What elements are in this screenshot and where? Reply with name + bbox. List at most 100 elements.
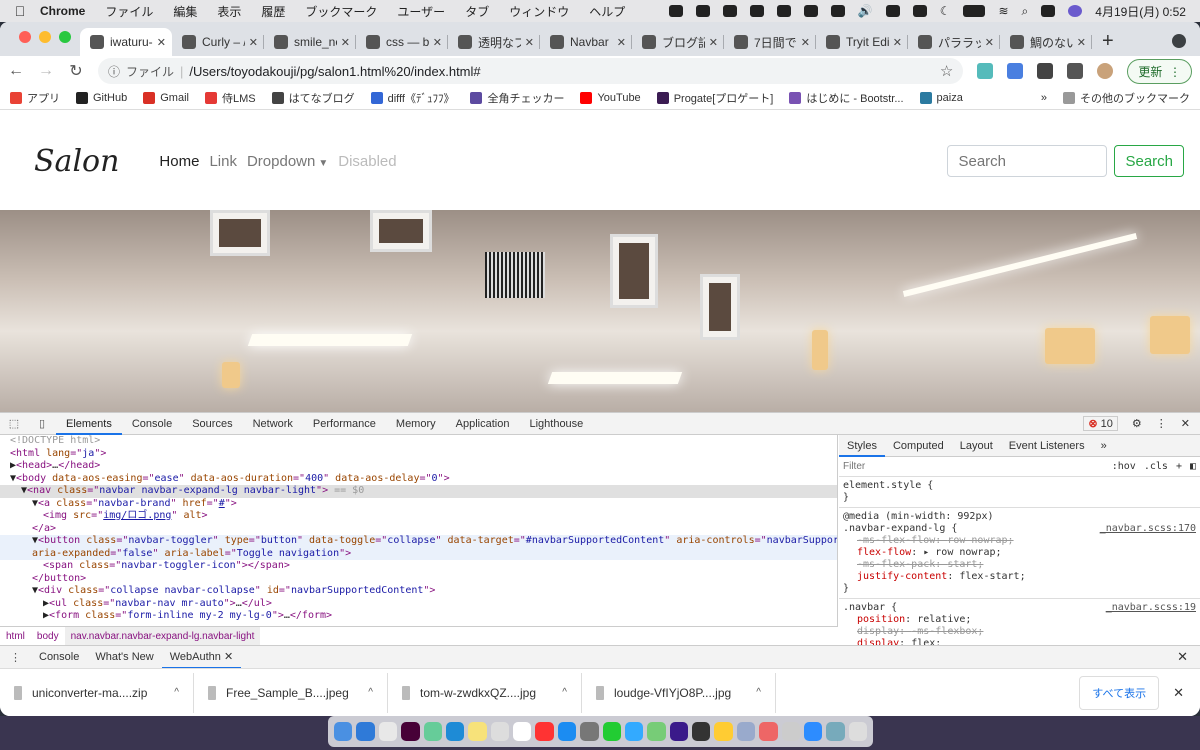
hov-toggle[interactable]: :hov — [1112, 461, 1136, 472]
menu-edit[interactable]: 編集 — [173, 3, 197, 20]
bookmark-item[interactable]: はてなブログ — [271, 90, 355, 106]
css-property[interactable]: display: -ms-flexbox; — [843, 626, 1196, 638]
cls-toggle[interactable]: .cls — [1144, 461, 1168, 472]
chrome-icon[interactable] — [378, 722, 398, 741]
zoom-icon[interactable] — [668, 5, 683, 17]
site-search-button[interactable]: Search — [1114, 145, 1184, 177]
browser-tab[interactable]: ブログ記 ✕ — [632, 28, 724, 56]
reload-icon[interactable]: ↻ — [68, 61, 84, 81]
dom-node-line[interactable]: ▶<form class="form-inline my-2 my-lg-0">… — [0, 610, 837, 623]
dom-node-line[interactable]: <img src="img/ロゴ.png" alt> — [0, 510, 837, 523]
bookmark-item[interactable]: はじめに - Bootstr... — [789, 90, 904, 106]
toggle-sidebar-icon[interactable]: ◧ — [1190, 461, 1196, 472]
dom-node-line[interactable]: ▼<button class="navbar-toggler" type="bu… — [0, 535, 837, 548]
download-item[interactable]: loudge-VfIYjO8P....jpg ^ — [582, 672, 776, 713]
bookmark-item[interactable]: Gmail — [143, 90, 189, 106]
check-icon[interactable] — [749, 5, 764, 17]
error-count-badge[interactable]: ⊗ 10 — [1083, 416, 1118, 431]
settings-gear-icon[interactable]: ⚙ — [1132, 417, 1142, 430]
drawer-menu-icon[interactable]: ⋮ — [0, 651, 31, 664]
bookmark-item[interactable]: 侍LMS — [204, 90, 256, 106]
menu-user[interactable]: ユーザー — [397, 3, 445, 20]
dom-node-line[interactable]: ▶<head>…</head> — [0, 460, 837, 473]
apple-icon[interactable]:  — [0, 3, 40, 19]
menu-help[interactable]: ヘルプ — [589, 3, 625, 20]
amazon-music-icon[interactable] — [669, 722, 688, 741]
rule-source-link[interactable]: _navbar.scss:19 — [1106, 602, 1196, 614]
menu-bookmarks[interactable]: ブックマーク — [305, 3, 377, 20]
close-tab-icon[interactable]: ✕ — [709, 36, 718, 49]
bookmark-item[interactable]: difff《ﾃﾞｭﾌﾌ》 — [370, 90, 454, 106]
browser-tab[interactable]: css — bo ✕ — [356, 28, 448, 56]
quicktime-icon[interactable] — [692, 722, 711, 741]
chevron-up-icon[interactable]: ^ — [756, 687, 761, 698]
dom-node-line[interactable]: ▼<body data-aos-easing="ease" data-aos-d… — [0, 473, 837, 486]
close-tab-icon[interactable]: ✕ — [249, 36, 258, 49]
menu-history[interactable]: 履歴 — [261, 3, 285, 20]
sourcetree-icon[interactable] — [423, 722, 442, 741]
notes-icon[interactable] — [468, 722, 487, 741]
bookmark-item[interactable]: Progate[プロゲート] — [656, 90, 773, 106]
browser-tab[interactable]: パララッ ✕ — [908, 28, 1000, 56]
bookmark-item[interactable]: GitHub — [76, 90, 127, 106]
drawer-tab-whats-new[interactable]: What's New — [87, 646, 161, 669]
launchpad-icon[interactable] — [490, 722, 509, 741]
dom-node-line[interactable]: aria-expanded="false" aria-label="Toggle… — [0, 547, 837, 560]
css-property[interactable]: -ms-flex-flow: row nowrap; — [843, 535, 1196, 547]
dom-node-line[interactable]: ▼<div class="collapse navbar-collapse" i… — [0, 585, 837, 598]
download-item[interactable]: tom-w-zwdkxQZ....jpg ^ — [388, 672, 582, 713]
input-method-icon[interactable] — [912, 5, 927, 17]
line-icon[interactable] — [602, 722, 621, 741]
browser-tab[interactable]: 7日間で ✕ — [724, 28, 816, 56]
update-button[interactable]: 更新 ⋮ — [1127, 58, 1192, 84]
styles-filter-input[interactable] — [843, 458, 1104, 475]
css-property[interactable]: justify-content: flex-start; — [843, 571, 1196, 583]
menu-app[interactable]: Chrome — [40, 4, 85, 18]
moon-icon[interactable]: ☾ — [940, 4, 951, 18]
menu-view[interactable]: 表示 — [217, 3, 241, 20]
nav-link[interactable]: Link — [209, 153, 237, 170]
siri-icon[interactable] — [1068, 5, 1083, 17]
styles-tab[interactable]: » — [1093, 435, 1115, 457]
close-tab-icon[interactable]: ✕ — [801, 36, 810, 49]
bookmarks-overflow-button[interactable]: » — [1041, 92, 1047, 104]
dom-node-line[interactable]: ▶<ul class="navbar-nav mr-auto">…</ul> — [0, 598, 837, 611]
menu-window[interactable]: ウィンドウ — [509, 3, 569, 20]
browser-tab[interactable]: iwaturu- ✕ — [80, 28, 172, 56]
inspect-element-icon[interactable]: ⬚ — [0, 417, 28, 430]
dom-tree[interactable]: <!DOCTYPE html> <html lang="ja"> ▶<head>…<… — [0, 435, 838, 626]
browser-tab[interactable]: Tryit Edi ✕ — [816, 28, 908, 56]
browser-tab[interactable]: 透明なブ ✕ — [448, 28, 540, 56]
minimize-window-button[interactable] — [39, 31, 51, 43]
chevron-up-icon[interactable]: ^ — [562, 687, 567, 698]
devtools-tab-lighthouse[interactable]: Lighthouse — [519, 413, 593, 435]
close-tab-icon[interactable]: ✕ — [985, 36, 994, 49]
bookmark-item[interactable]: paiza — [919, 90, 963, 106]
browser-tab[interactable]: Curly – / ✕ — [172, 28, 264, 56]
site-search-input[interactable] — [947, 145, 1108, 177]
script-editor-icon[interactable] — [781, 722, 800, 741]
maps-icon[interactable] — [647, 722, 666, 741]
maximize-window-button[interactable] — [59, 31, 71, 43]
close-devtools-icon[interactable]: ✕ — [1181, 417, 1190, 430]
close-tab-icon[interactable]: ✕ — [157, 36, 166, 49]
zoom-icon[interactable] — [803, 722, 823, 741]
clock[interactable]: 4月19日(月) 0:52 — [1095, 3, 1186, 20]
browser-tab[interactable]: smile_nc ✕ — [264, 28, 356, 56]
close-drawer-icon[interactable]: ✕ — [1177, 649, 1200, 665]
devtools-tab-memory[interactable]: Memory — [386, 413, 446, 435]
styles-tab[interactable]: Styles — [839, 435, 885, 457]
nav-dropdown[interactable]: Dropdown ▼ — [247, 153, 328, 170]
show-all-downloads-button[interactable]: すべて表示 — [1079, 675, 1160, 710]
bookmark-item[interactable]: YouTube — [580, 90, 641, 106]
dom-node-line[interactable]: <!DOCTYPE html> — [0, 435, 837, 448]
css-property[interactable]: -ms-flex-pack: start; — [843, 559, 1196, 571]
bookmark-star-icon[interactable]: ☆ — [940, 62, 953, 80]
new-rule-button[interactable]: + — [1176, 461, 1182, 472]
drawer-tab-console[interactable]: Console — [31, 646, 87, 669]
chevron-up-icon[interactable]: ^ — [174, 687, 179, 698]
drawer-tab-webauthn[interactable]: WebAuthn ✕ — [161, 646, 242, 669]
menu-tab[interactable]: タブ — [465, 3, 489, 20]
css-property[interactable]: position: relative; — [843, 614, 1196, 626]
creative-cloud-icon[interactable] — [722, 5, 737, 17]
